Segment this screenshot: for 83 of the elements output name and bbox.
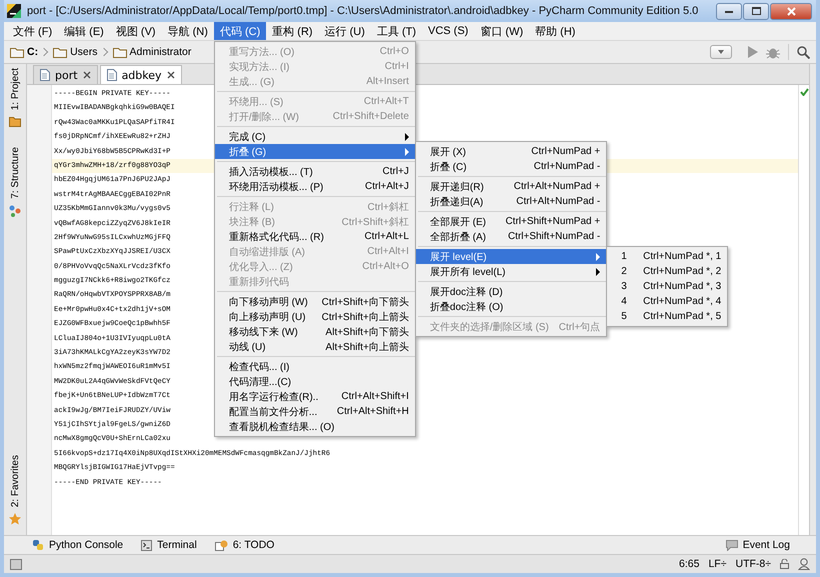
menu-item[interactable]: 折叠 (G)	[214, 144, 415, 159]
menu-item[interactable]: 视图 (V)	[110, 22, 162, 40]
file-icon	[106, 69, 117, 81]
panel-toggle-icon[interactable]	[10, 558, 22, 570]
menu-item[interactable]: VCS (S)	[422, 22, 474, 40]
menu-item[interactable]: 移动线下来 (W) Alt+Shift+向下箭头	[214, 324, 415, 339]
caret-icon	[718, 50, 724, 54]
menu-item[interactable]: 用名字运行检查(R).. Ctrl+Alt+Shift+I	[214, 389, 415, 404]
minimize-button[interactable]	[716, 2, 742, 20]
status-item[interactable]: UTF-8÷	[735, 558, 771, 570]
menu-item[interactable]: 编辑 (E)	[58, 22, 110, 40]
menu-item[interactable]: 折叠doc注释 (O)	[416, 299, 606, 314]
maximize-icon	[752, 7, 760, 15]
menu-item[interactable]: 配置当前文件分析... Ctrl+Alt+Shift+H	[214, 404, 415, 419]
menu-item[interactable]: 展开 level(E)	[416, 249, 606, 264]
menu-item[interactable]: 全部折叠 (A) Ctrl+Shift+NumPad -	[416, 229, 606, 244]
breadcrumb-item[interactable]: Users	[70, 46, 98, 58]
menu-item[interactable]: 重新格式化代码... (R) Ctrl+Alt+L	[214, 229, 415, 244]
editor-tab[interactable]: port	[33, 65, 98, 84]
menu-item[interactable]: 窗口 (W)	[474, 22, 530, 40]
close-button[interactable]	[770, 2, 812, 20]
menu-item[interactable]: 1 Ctrl+NumPad *, 1	[607, 249, 728, 264]
menu-item[interactable]: 工具 (T)	[370, 22, 422, 40]
menu-item[interactable]: 展开 (X) Ctrl+NumPad +	[416, 144, 606, 159]
menu-item[interactable]: 2 Ctrl+NumPad *, 2	[607, 264, 728, 279]
tool-window-button[interactable]: 6: TODO	[214, 539, 274, 551]
close-icon[interactable]	[166, 71, 175, 79]
star-icon	[9, 513, 21, 525]
menu-item[interactable]: 帮助 (H)	[529, 22, 582, 40]
close-icon[interactable]	[82, 71, 91, 79]
menu-item[interactable]: 全部展开 (E) Ctrl+Shift+NumPad +	[416, 214, 606, 229]
window-title: port - [C:/Users/Administrator/AppData/Local/Temp/port0.tmp] - C:\Users\Administrator\.android\adbkey - PyCharm Community Edition 5.0	[27, 5, 700, 17]
python-icon	[32, 539, 44, 551]
menu-item[interactable]: 动线 (U) Alt+Shift+向上箭头	[214, 339, 415, 354]
menu-item[interactable]: 运行 (U)	[318, 22, 371, 40]
menu-item[interactable]: 5 Ctrl+NumPad *, 5	[607, 309, 728, 324]
tool-window-button[interactable]: Python Console	[32, 539, 124, 551]
menu-item[interactable]: 向上移动声明 (U) Ctrl+Shift+向上箭头	[214, 309, 415, 324]
status-item[interactable]: 6:65	[679, 558, 700, 570]
folder-icon	[53, 46, 68, 58]
tool-window-button[interactable]: 7: Structure	[10, 147, 20, 199]
file-icon	[40, 69, 50, 81]
minimize-icon	[725, 8, 733, 14]
menu-item[interactable]: 展开递归(R) Ctrl+Alt+NumPad +	[416, 179, 606, 194]
menu-item[interactable]: 展开所有 level(L)	[416, 264, 606, 279]
speech-bubble-icon	[726, 540, 738, 550]
menu-item[interactable]: 折叠 (C) Ctrl+NumPad -	[416, 159, 606, 174]
search-icon[interactable]	[797, 46, 810, 58]
menu-item[interactable]: 3 Ctrl+NumPad *, 3	[607, 279, 728, 294]
menu-item[interactable]: 折叠递归(A) Ctrl+Alt+NumPad -	[416, 194, 606, 209]
terminal-icon	[141, 540, 152, 550]
menu-item[interactable]: 文件 (F)	[7, 22, 58, 40]
close-icon	[786, 6, 796, 16]
menu-item[interactable]: 插入活动模板... (T) Ctrl+J	[214, 164, 415, 179]
breadcrumb-item[interactable]: C:	[27, 46, 38, 58]
menu-item[interactable]: 向下移动声明 (W) Ctrl+Shift+向下箭头	[214, 294, 415, 309]
tool-window-button[interactable]: 1: Project	[10, 68, 20, 110]
menu-item[interactable]: 重构 (R)	[266, 22, 319, 40]
menu-item[interactable]: 查看脱机检查结果... (O)	[214, 419, 415, 434]
tool-window-button[interactable]: Terminal	[141, 539, 197, 551]
maximize-button[interactable]	[743, 2, 769, 20]
app-icon	[6, 3, 22, 19]
editor-tab[interactable]: adbkey	[100, 65, 182, 84]
menu-item[interactable]: 代码清理...(C)	[214, 374, 415, 389]
lock-icon[interactable]	[780, 559, 789, 569]
menu-item[interactable]: 完成 (C)	[214, 129, 415, 144]
todo-icon	[214, 540, 228, 550]
breadcrumb-item[interactable]: Administrator	[130, 46, 192, 58]
tool-window-button[interactable]: 2: Favorites	[10, 454, 20, 507]
folder-icon	[9, 116, 21, 128]
folder-icon	[10, 46, 24, 58]
menu-item[interactable]: 导航 (N)	[162, 22, 214, 40]
menu-item[interactable]: 展开doc注释 (D)	[416, 284, 606, 299]
folder-icon	[112, 46, 127, 58]
status-item[interactable]: LF÷	[708, 558, 726, 570]
menu-item[interactable]: 检查代码... (I)	[214, 359, 415, 374]
menu-item[interactable]: 代码 (C)	[214, 22, 266, 40]
menu-item[interactable]: 4 Ctrl+NumPad *, 4	[607, 294, 728, 309]
tool-window-button[interactable]: Event Log	[726, 539, 790, 551]
check-icon	[800, 88, 808, 96]
run-config-dropdown[interactable]	[710, 45, 732, 59]
menu-item[interactable]: 环绕用活动模板... (P) Ctrl+Alt+J	[214, 179, 415, 194]
structure-icon	[9, 204, 21, 217]
